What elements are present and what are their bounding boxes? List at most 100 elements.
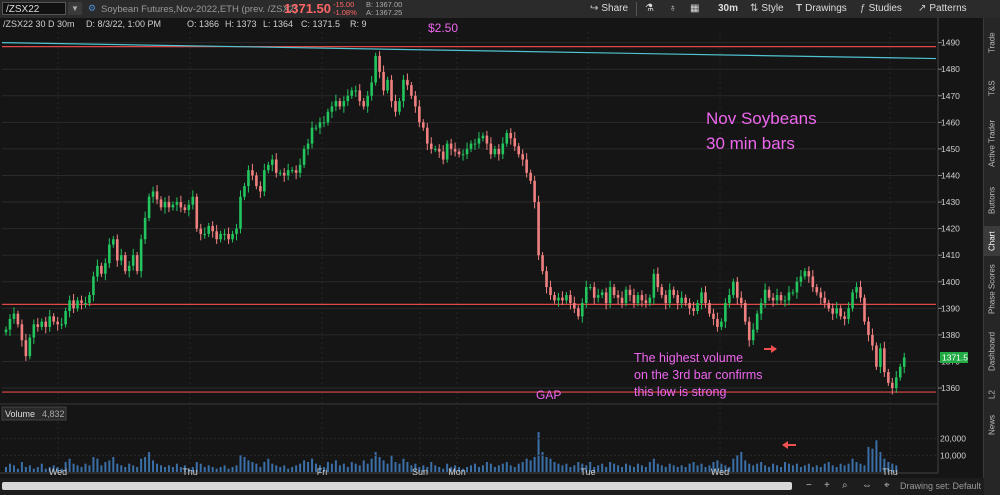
sidebar-tab-news[interactable]: News xyxy=(984,410,1000,440)
sidebar-tab-buttons[interactable]: Buttons xyxy=(984,178,1000,222)
x-tick-label: Sun xyxy=(412,467,428,477)
drawings-button[interactable]: T Drawings xyxy=(796,3,847,14)
candle-body xyxy=(759,303,763,314)
timeframe-button[interactable]: 30m xyxy=(718,3,738,14)
volume-bar xyxy=(303,460,306,472)
candle-body xyxy=(867,321,870,335)
candle-body xyxy=(243,186,246,197)
zoom-in-icon[interactable]: + xyxy=(824,480,830,491)
candle-body xyxy=(139,239,143,272)
candle-body xyxy=(16,313,20,325)
sidebar-tab-chart[interactable]: Chart xyxy=(984,226,1000,256)
volume-bar xyxy=(815,465,818,472)
sidebar-tab-phase-scores[interactable]: Phase Scores xyxy=(984,260,1000,318)
grid-layout-button[interactable]: ▦ xyxy=(690,3,699,14)
candle-body xyxy=(485,135,489,144)
symbol-dropdown-icon[interactable]: ▼ xyxy=(68,2,82,15)
volume-bar xyxy=(434,465,437,472)
symbol-input[interactable]: /ZSX22 xyxy=(2,2,66,15)
volume-bar xyxy=(787,463,790,472)
price-chart[interactable]: /ZSX22 30 D 30m D: 8/3/22, 1:00 PM O: 13… xyxy=(0,18,984,478)
volume-bar xyxy=(247,460,250,472)
sidebar-tab-active-trader[interactable]: Active Trader xyxy=(984,112,1000,174)
candle-body xyxy=(803,271,807,277)
volume-bar xyxy=(625,463,628,472)
x-tick-label: Wed xyxy=(49,467,67,477)
volume-bar xyxy=(871,448,874,472)
candle-body xyxy=(441,151,445,160)
cursor-icon[interactable]: ⌖ xyxy=(884,480,890,491)
sidebar-tab-dashboard[interactable]: Dashboard xyxy=(984,322,1000,380)
candle-body xyxy=(843,316,846,319)
axis-tick-label: 1450 xyxy=(941,144,960,154)
volume-bar xyxy=(613,463,616,472)
candle-body xyxy=(219,233,222,240)
magnifier-icon[interactable]: ⌕ xyxy=(842,480,848,491)
volume-bar xyxy=(776,465,779,472)
volume-bar xyxy=(855,462,858,472)
volume-bar xyxy=(346,467,349,472)
patterns-button[interactable]: ↗ Patterns xyxy=(918,3,967,14)
volume-bar xyxy=(537,432,540,472)
volume-bar xyxy=(287,468,290,472)
candle-body xyxy=(147,196,151,218)
scrollbar[interactable] xyxy=(2,482,792,490)
volume-bar xyxy=(8,463,11,472)
volume-bar xyxy=(362,460,365,472)
candle-body xyxy=(449,143,453,149)
candle-body xyxy=(24,340,28,357)
volume-bar xyxy=(203,467,206,472)
share-button[interactable]: ↪ Share xyxy=(590,3,628,14)
candle-body xyxy=(712,313,715,319)
volume-bar xyxy=(668,463,671,472)
candle-body xyxy=(76,300,79,309)
flask-icon-button[interactable]: ⚗ xyxy=(645,3,654,14)
sidebar-tab-trade[interactable]: Trade xyxy=(984,22,1000,64)
candle-body xyxy=(429,143,433,149)
candle-body xyxy=(501,143,505,155)
volume-bar xyxy=(311,458,314,472)
candle-body xyxy=(68,300,71,311)
chart-title-line1: Nov Soybeans xyxy=(706,109,817,128)
pan-icon[interactable]: ⇔ xyxy=(862,480,872,491)
candle-body xyxy=(767,289,771,298)
candle-body xyxy=(330,106,334,112)
candle-body xyxy=(672,289,676,296)
volume-bar xyxy=(338,465,341,472)
beaker-icon-button[interactable]: ♁ xyxy=(669,3,677,14)
studies-button[interactable]: ƒ Studies xyxy=(860,3,902,14)
candle-body xyxy=(879,348,882,367)
sidebar-tab-t-s[interactable]: T&S xyxy=(984,68,1000,108)
volume-bar xyxy=(279,467,282,472)
style-button[interactable]: ⇅ Style xyxy=(750,3,784,14)
volume-bar xyxy=(112,457,115,472)
volume-bar xyxy=(569,467,572,472)
candle-body xyxy=(775,295,779,301)
bid-ask: B: 1367.00 A: 1367.25 xyxy=(366,0,403,17)
volume-bar xyxy=(760,462,763,472)
volume-bar xyxy=(358,465,361,472)
candle-body xyxy=(747,321,751,341)
volume-bar xyxy=(577,462,580,472)
candle xyxy=(743,299,747,325)
gear-icon[interactable]: ⚙ xyxy=(88,3,96,14)
zoom-out-icon[interactable]: − xyxy=(806,480,812,491)
candle-body xyxy=(573,303,576,309)
sidebar-tab-l2[interactable]: L2 xyxy=(984,384,1000,406)
candle-body xyxy=(588,287,592,289)
volume-bar xyxy=(636,463,639,472)
candle xyxy=(135,252,139,275)
candle-body xyxy=(207,225,210,234)
volume-bar xyxy=(533,457,536,472)
volume-bar xyxy=(219,467,222,472)
volume-bar xyxy=(171,467,174,472)
axis-tick-label: 1360 xyxy=(941,383,960,393)
volume-bar xyxy=(640,465,643,472)
candle-body xyxy=(322,122,326,124)
volume-bar xyxy=(430,462,433,472)
candle-body xyxy=(728,295,731,304)
candle-body xyxy=(580,303,584,317)
volume-bar xyxy=(497,465,500,472)
candle-body xyxy=(763,289,767,304)
candle-body xyxy=(378,55,381,72)
